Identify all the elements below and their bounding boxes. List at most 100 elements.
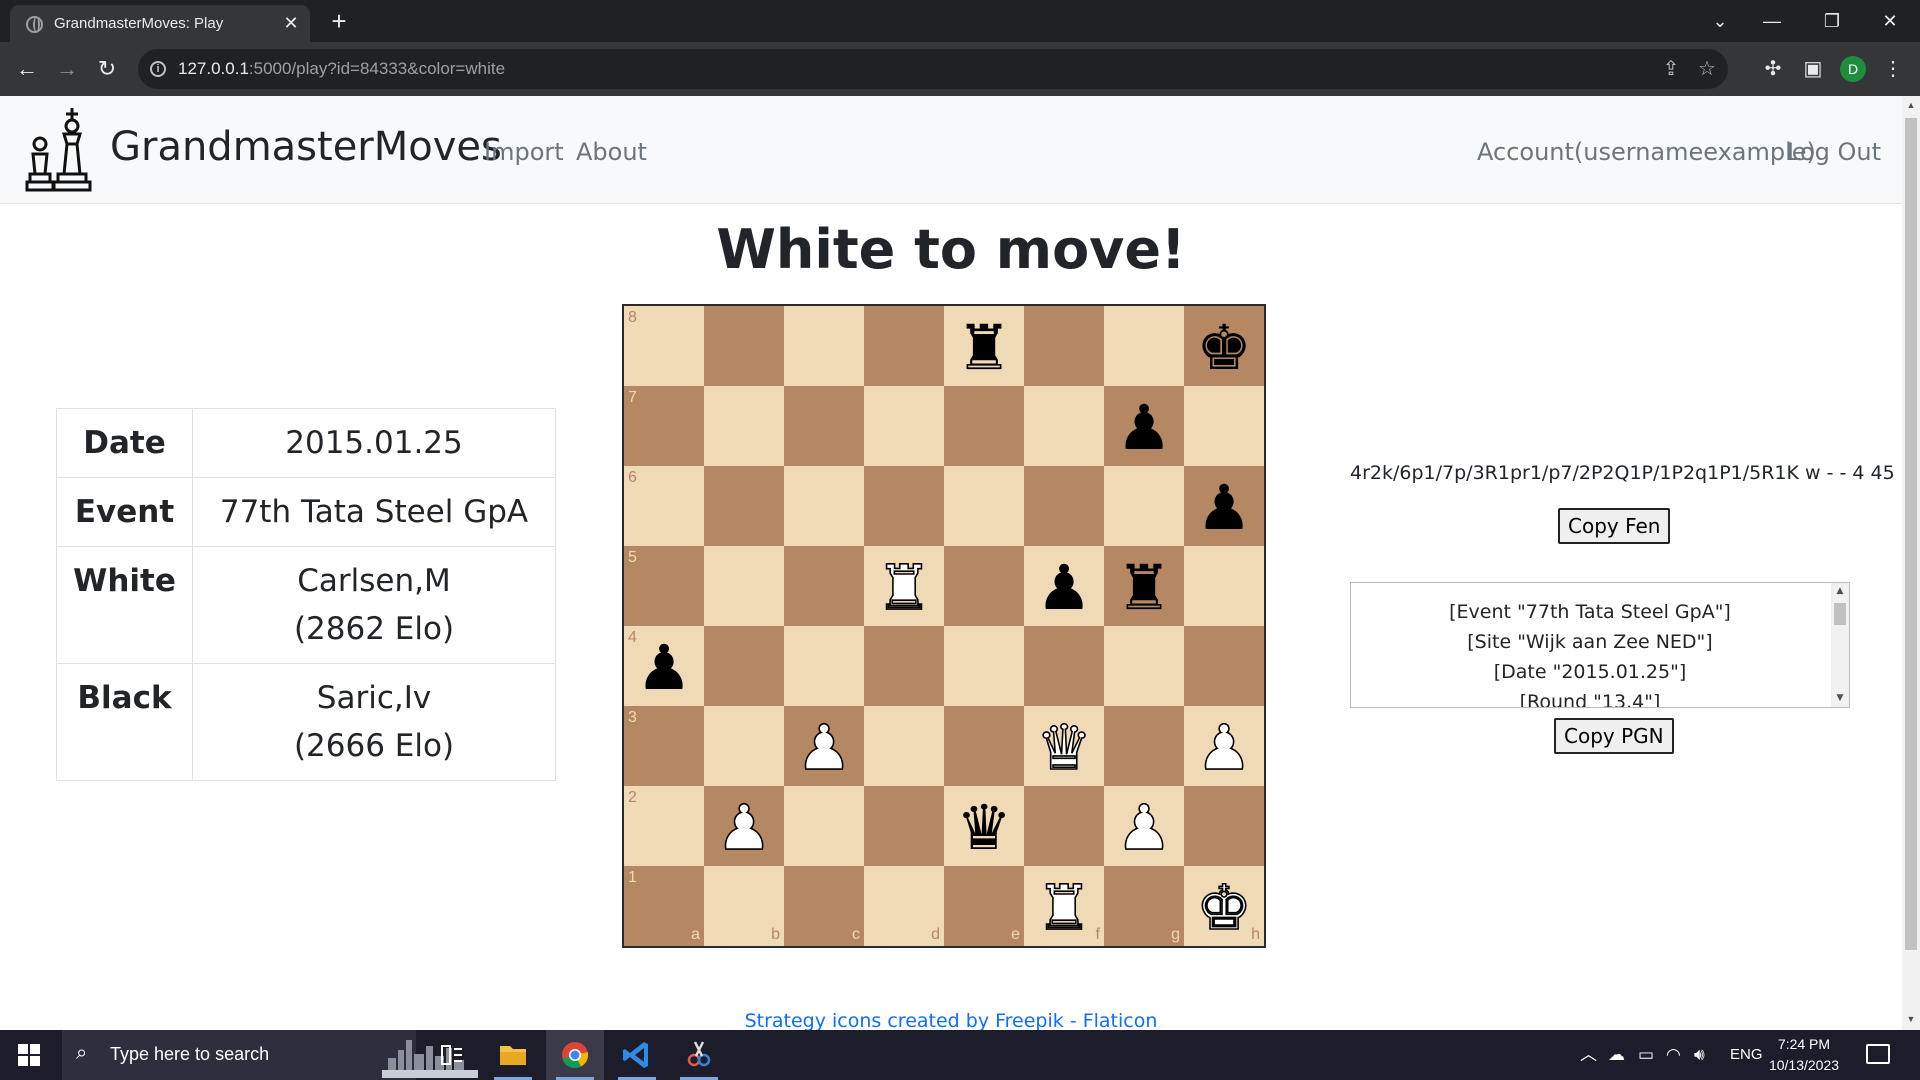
- close-tab-icon[interactable]: ✕: [280, 12, 302, 34]
- bookmark-star-icon[interactable]: ☆: [1696, 58, 1718, 80]
- close-window-button[interactable]: ✕: [1870, 6, 1910, 36]
- square-a7[interactable]: 7: [624, 386, 704, 466]
- taskbar-search[interactable]: ⌕ Type here to search: [62, 1030, 478, 1080]
- browser-tab[interactable]: GrandmasterMoves: Play ✕: [10, 5, 310, 42]
- nav-import[interactable]: Import: [484, 138, 564, 166]
- square-f8[interactable]: [1024, 306, 1104, 386]
- copy-pgn-button[interactable]: Copy PGN: [1554, 718, 1674, 754]
- square-b2[interactable]: ♟: [704, 786, 784, 866]
- battery-icon[interactable]: ▭: [1638, 1045, 1654, 1065]
- square-h5[interactable]: [1184, 546, 1264, 626]
- square-f4[interactable]: [1024, 626, 1104, 706]
- pgn-scrollbar[interactable]: ▲ ▼: [1831, 583, 1849, 707]
- square-d7[interactable]: [864, 386, 944, 466]
- snipping-tool-icon[interactable]: [670, 1030, 728, 1080]
- square-d5[interactable]: ♜: [864, 546, 944, 626]
- nav-account[interactable]: Account(usernameexample): [1477, 138, 1816, 166]
- square-e6[interactable]: [944, 466, 1024, 546]
- square-h1[interactable]: h ♚: [1184, 866, 1264, 946]
- square-a8[interactable]: 8: [624, 306, 704, 386]
- square-e5[interactable]: [944, 546, 1024, 626]
- share-icon[interactable]: ⇪: [1660, 58, 1682, 80]
- square-d3[interactable]: [864, 706, 944, 786]
- white-pawn-icon[interactable]: ♟: [1104, 786, 1184, 866]
- tab-search-chevron-icon[interactable]: ⌄: [1700, 6, 1740, 36]
- new-tab-button[interactable]: +: [324, 7, 354, 37]
- site-info-icon[interactable]: i: [150, 61, 166, 77]
- black-king-icon[interactable]: ♚: [1184, 306, 1264, 386]
- square-b8[interactable]: [704, 306, 784, 386]
- square-d4[interactable]: [864, 626, 944, 706]
- square-c5[interactable]: [784, 546, 864, 626]
- profile-avatar[interactable]: D: [1840, 56, 1866, 82]
- black-rook-icon[interactable]: ♜: [944, 306, 1024, 386]
- black-queen-icon[interactable]: ♛: [944, 786, 1024, 866]
- square-f2[interactable]: [1024, 786, 1104, 866]
- square-b3[interactable]: [704, 706, 784, 786]
- square-a6[interactable]: 6: [624, 466, 704, 546]
- square-e1[interactable]: e: [944, 866, 1024, 946]
- square-e2[interactable]: ♛: [944, 786, 1024, 866]
- task-view-icon[interactable]: [422, 1030, 480, 1080]
- system-clock[interactable]: 7:24 PM 10/13/2023: [1754, 1034, 1854, 1076]
- white-pawn-icon[interactable]: ♟: [704, 786, 784, 866]
- square-b1[interactable]: b: [704, 866, 784, 946]
- square-d8[interactable]: [864, 306, 944, 386]
- address-bar[interactable]: i 127.0.0.1:5000/play?id=84333&color=whi…: [138, 49, 1728, 89]
- wifi-icon[interactable]: ◠: [1666, 1045, 1681, 1065]
- back-arrow-icon[interactable]: ←: [12, 54, 42, 84]
- white-rook-icon[interactable]: ♜: [1024, 866, 1104, 946]
- scroll-up-arrow-icon[interactable]: ▲: [1835, 586, 1845, 596]
- forward-arrow-icon[interactable]: →: [52, 54, 82, 84]
- chess-logo-icon[interactable]: [24, 104, 96, 194]
- copy-fen-button[interactable]: Copy Fen: [1558, 508, 1671, 544]
- restore-button[interactable]: ❐: [1812, 6, 1852, 36]
- square-c1[interactable]: c: [784, 866, 864, 946]
- square-h4[interactable]: [1184, 626, 1264, 706]
- white-queen-icon[interactable]: ♛: [1024, 706, 1104, 786]
- black-pawn-icon[interactable]: ♟: [1184, 466, 1264, 546]
- square-b7[interactable]: [704, 386, 784, 466]
- square-g2[interactable]: ♟: [1104, 786, 1184, 866]
- square-g8[interactable]: [1104, 306, 1184, 386]
- reload-icon[interactable]: ↻: [92, 54, 122, 84]
- square-g7[interactable]: ♟: [1104, 386, 1184, 466]
- white-king-icon[interactable]: ♚: [1184, 866, 1264, 946]
- vscode-icon[interactable]: [608, 1030, 666, 1080]
- square-h7[interactable]: [1184, 386, 1264, 466]
- black-pawn-icon[interactable]: ♟: [624, 626, 704, 706]
- square-h3[interactable]: ♟: [1184, 706, 1264, 786]
- square-f3[interactable]: ♛: [1024, 706, 1104, 786]
- notifications-icon[interactable]: [1866, 1044, 1890, 1064]
- square-g5[interactable]: ♜: [1104, 546, 1184, 626]
- square-c3[interactable]: ♟: [784, 706, 864, 786]
- square-c8[interactable]: [784, 306, 864, 386]
- square-c4[interactable]: [784, 626, 864, 706]
- brand-name[interactable]: GrandmasterMoves: [110, 124, 502, 170]
- side-panel-icon[interactable]: ▣: [1800, 56, 1826, 82]
- nav-logout[interactable]: Log Out: [1787, 138, 1881, 166]
- onedrive-cloud-icon[interactable]: ☁: [1608, 1045, 1625, 1065]
- square-e8[interactable]: ♜: [944, 306, 1024, 386]
- square-g1[interactable]: g: [1104, 866, 1184, 946]
- square-f7[interactable]: [1024, 386, 1104, 466]
- square-d2[interactable]: [864, 786, 944, 866]
- square-c6[interactable]: [784, 466, 864, 546]
- chrome-app-icon[interactable]: [546, 1030, 604, 1080]
- square-e7[interactable]: [944, 386, 1024, 466]
- menu-kebab-icon[interactable]: ⋮: [1880, 56, 1906, 82]
- white-pawn-icon[interactable]: ♟: [784, 706, 864, 786]
- square-h2[interactable]: [1184, 786, 1264, 866]
- square-f1[interactable]: f ♜: [1024, 866, 1104, 946]
- square-h6[interactable]: ♟: [1184, 466, 1264, 546]
- square-b5[interactable]: [704, 546, 784, 626]
- scroll-down-arrow-icon[interactable]: ▼: [1835, 693, 1845, 703]
- square-a4[interactable]: 4 ♟: [624, 626, 704, 706]
- square-d6[interactable]: [864, 466, 944, 546]
- square-f5[interactable]: ♟: [1024, 546, 1104, 626]
- square-a3[interactable]: 3: [624, 706, 704, 786]
- square-b4[interactable]: [704, 626, 784, 706]
- pgn-textarea[interactable]: [Event "77th Tata Steel GpA"] [Site "Wijk…: [1350, 582, 1850, 708]
- black-rook-icon[interactable]: ♜: [1104, 546, 1184, 626]
- white-rook-icon[interactable]: ♜: [864, 546, 944, 626]
